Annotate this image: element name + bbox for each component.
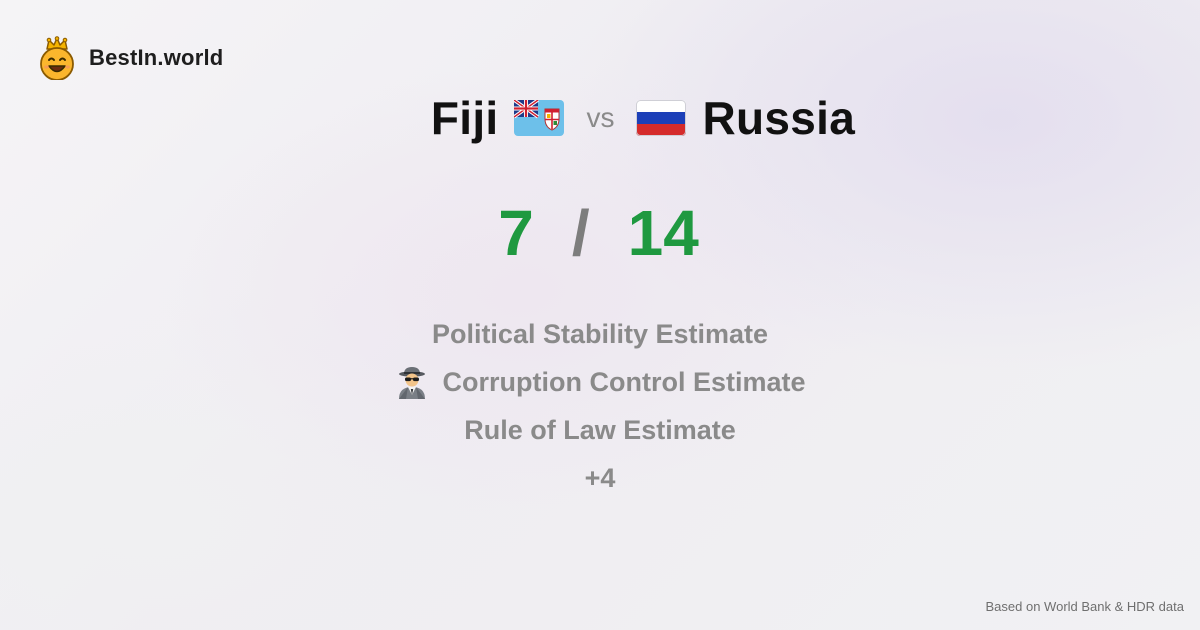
metric-label: Political Stability Estimate xyxy=(431,318,769,349)
left-country-name: Fiji xyxy=(430,92,499,144)
brand-name: BestIn.world xyxy=(89,45,224,70)
russia-flag-icon xyxy=(636,100,687,136)
score: 7 / 14 xyxy=(0,195,1200,271)
metric-political-stability: Political Stability Estimate xyxy=(0,310,1200,358)
vs-label: vs xyxy=(586,102,615,133)
comparison-title: Fiji vs Russia xyxy=(0,86,1200,150)
metric-label: Rule of Law Estimate xyxy=(464,414,736,445)
more-label: +4 xyxy=(584,462,616,493)
data-source-note: Based on World Bank & HDR data xyxy=(985,599,1184,614)
metric-label: Corruption Control Estimate xyxy=(442,366,806,397)
brand[interactable]: BestIn.world xyxy=(38,36,223,80)
crowned-smiley-icon xyxy=(40,36,74,80)
spy-icon xyxy=(398,367,425,399)
metric-corruption-control: Corruption Control Estimate xyxy=(0,358,1200,406)
metric-rule-of-law: Rule of Law Estimate xyxy=(0,406,1200,454)
right-score: 14 xyxy=(627,197,699,269)
left-score: 7 xyxy=(498,197,534,269)
score-separator: / xyxy=(571,197,590,269)
more-metrics-count: +4 xyxy=(0,454,1200,502)
right-country-name: Russia xyxy=(702,92,856,144)
fiji-flag-icon xyxy=(514,100,565,136)
metric-list: Political Stability Estimate Corruption … xyxy=(0,310,1200,502)
